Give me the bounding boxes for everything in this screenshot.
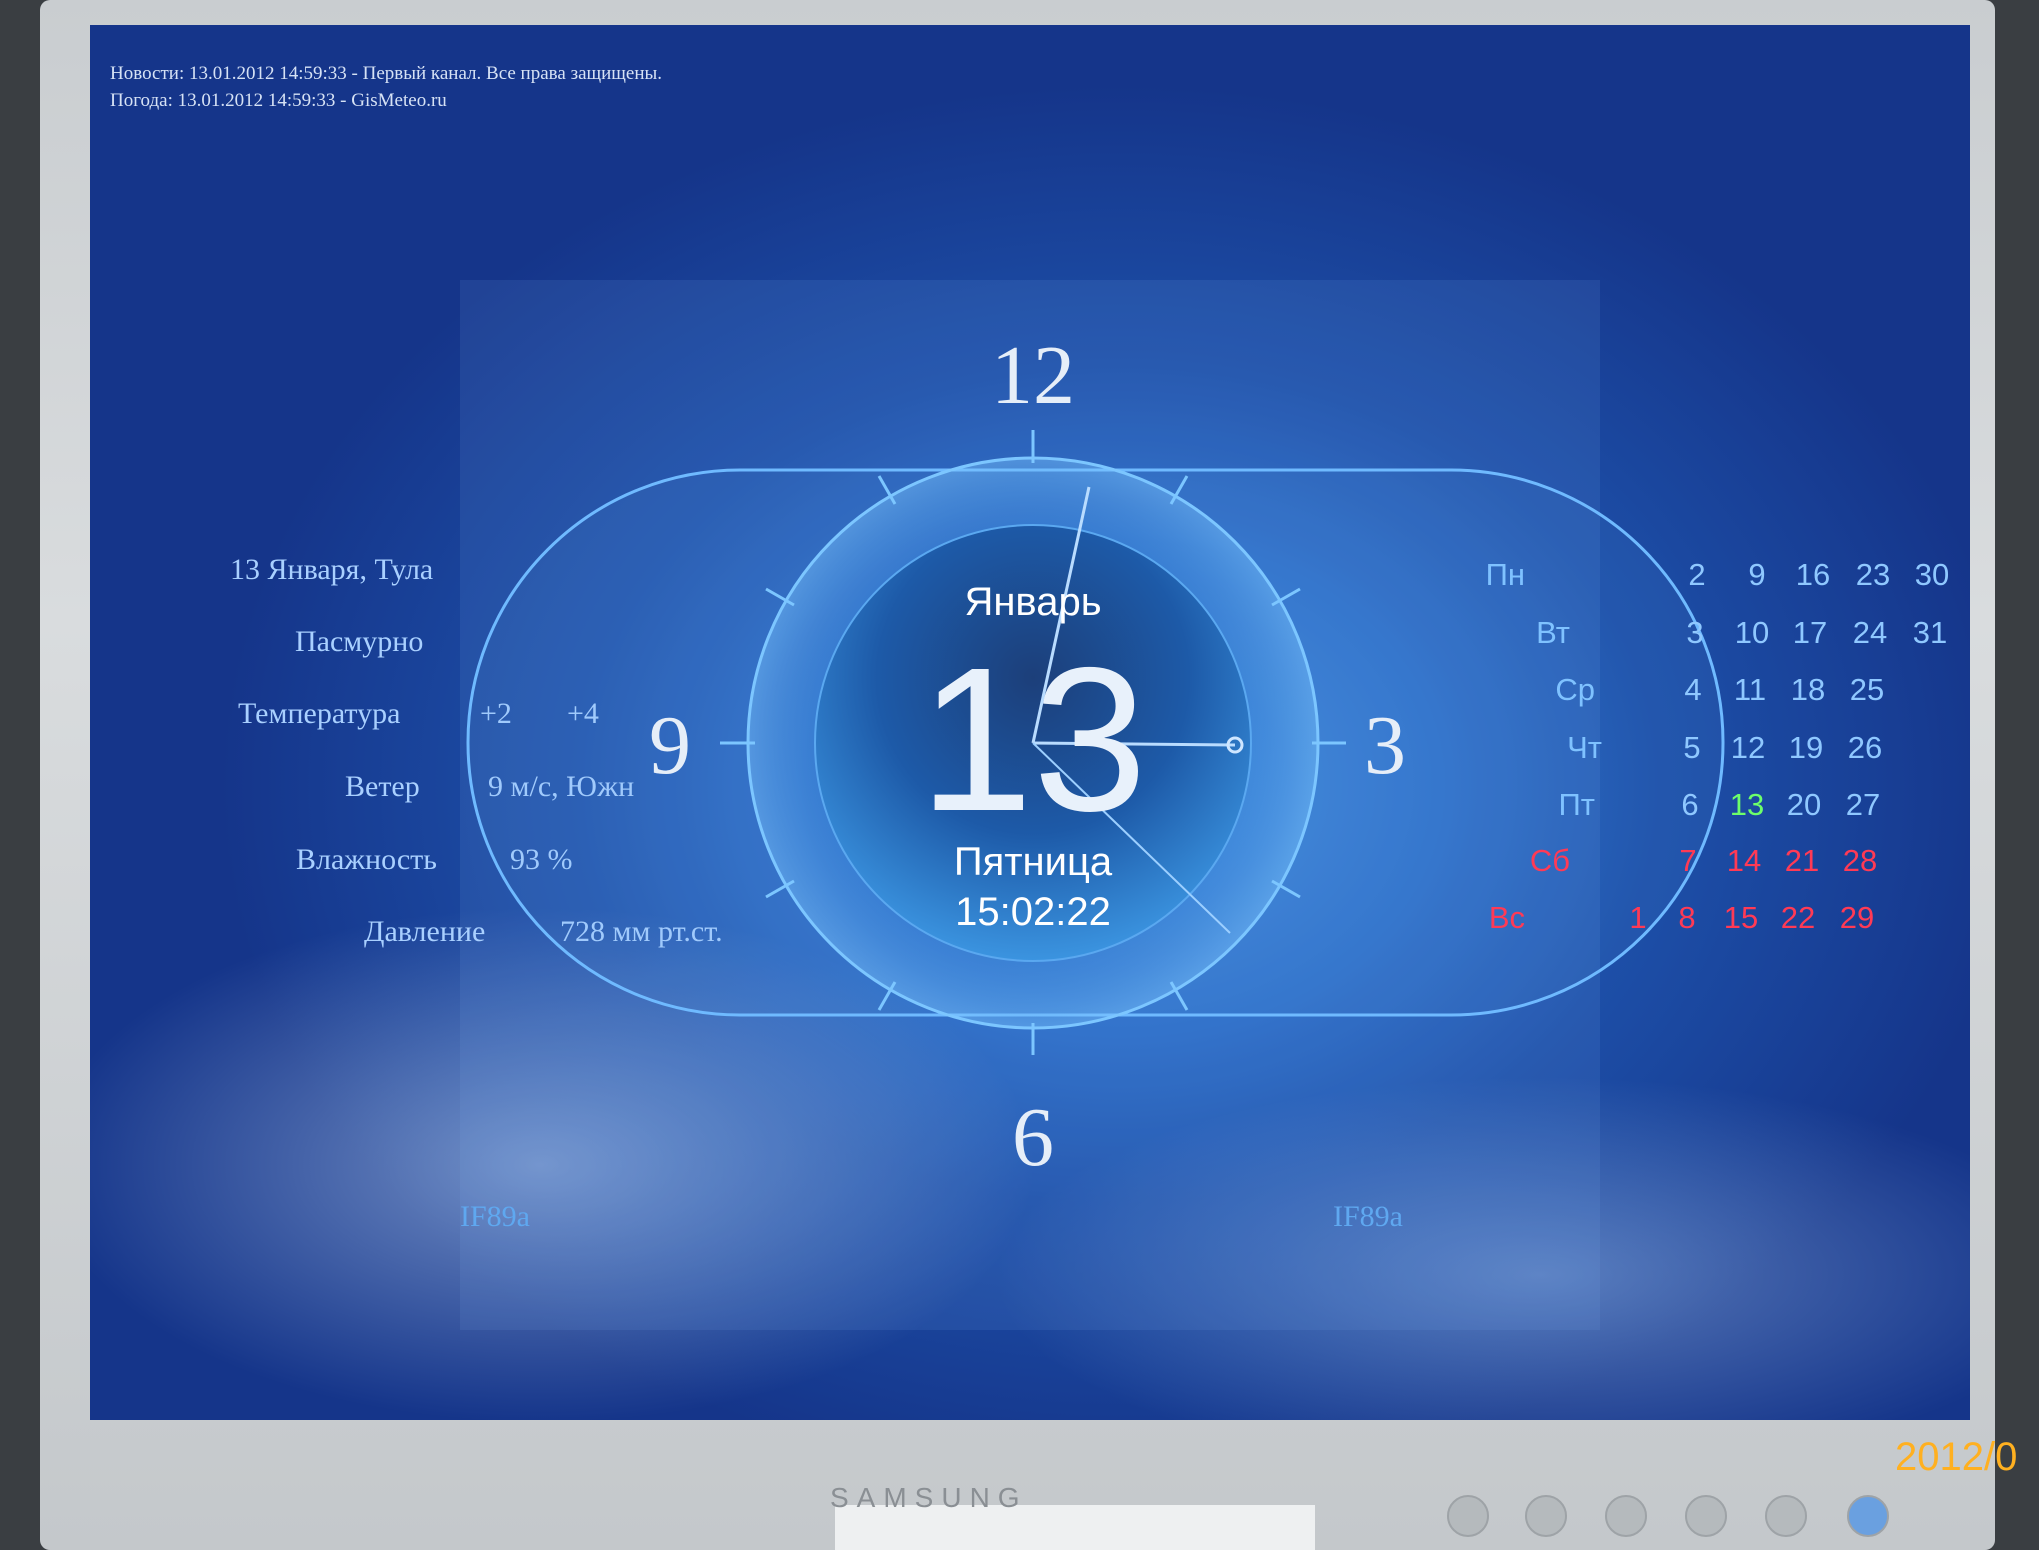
calendar-day[interactable]: 11 [1720, 672, 1780, 708]
weekday-fri: Пт [1558, 787, 1595, 822]
calendar-day[interactable]: 24 [1840, 615, 1900, 651]
numeral-9: 9 [649, 699, 691, 792]
calendar-day[interactable]: 5 [1662, 730, 1722, 766]
monitor-button[interactable] [1605, 1495, 1647, 1537]
weekday-sun: Вс [1488, 900, 1525, 935]
calendar-day[interactable]: 9 [1727, 557, 1787, 593]
clock-day: 13 [919, 625, 1147, 854]
calendar-day[interactable]: 25 [1837, 672, 1897, 708]
calendar-day[interactable]: 19 [1776, 730, 1836, 766]
calendar-day-weekend[interactable]: 15 [1711, 900, 1771, 936]
calendar-day[interactable]: 17 [1780, 615, 1840, 651]
monitor-button[interactable] [1765, 1495, 1807, 1537]
clock-month: Январь [964, 580, 1101, 624]
calendar-day[interactable]: 31 [1900, 615, 1960, 651]
clock-gadget: 12 3 6 9 Январь 13 Пятница 15:02:22 [466, 329, 1725, 1184]
desktop-screen: Новости: 13.01.2012 14:59:33 - Первый ка… [90, 25, 1970, 1420]
calendar-day[interactable]: 16 [1783, 557, 1843, 593]
monitor-brand-logo: SAMSUNG [830, 1482, 1028, 1513]
power-button[interactable] [1847, 1495, 1889, 1537]
photo-date-stamp: 2012/0 [1895, 1435, 2018, 1479]
calendar-day[interactable]: 30 [1902, 557, 1962, 593]
calendar-day[interactable]: 10 [1722, 615, 1782, 651]
calendar-day-weekend[interactable]: 29 [1827, 900, 1887, 936]
weekday-thu: Чт [1567, 730, 1602, 765]
numeral-3: 3 [1364, 699, 1406, 792]
watermark-right: IF89a [1333, 1200, 1403, 1233]
watermark-left: IF89a [460, 1200, 530, 1233]
calendar-day[interactable]: 27 [1833, 787, 1893, 823]
calendar-day[interactable]: 18 [1778, 672, 1838, 708]
calendar-day[interactable]: 26 [1835, 730, 1895, 766]
weekday-mon: Пн [1485, 557, 1525, 592]
monitor-button[interactable] [1525, 1495, 1567, 1537]
clock-time: 15:02:22 [955, 890, 1111, 934]
calendar-day-weekend[interactable]: 7 [1658, 843, 1718, 879]
calendar-day[interactable]: 6 [1660, 787, 1720, 823]
calendar-day-weekend[interactable]: 21 [1772, 843, 1832, 879]
calendar-day-today[interactable]: 13 [1717, 787, 1777, 823]
numeral-12: 12 [991, 329, 1075, 422]
calendar-day-weekend[interactable]: 8 [1657, 900, 1717, 936]
numeral-6: 6 [1012, 1091, 1054, 1184]
calendar-day-weekend[interactable]: 22 [1768, 900, 1828, 936]
monitor-button[interactable] [1447, 1495, 1489, 1537]
calendar-day[interactable]: 23 [1843, 557, 1903, 593]
calendar-day[interactable]: 3 [1665, 615, 1725, 651]
weekday-sat: Сб [1529, 843, 1570, 878]
calendar-day[interactable]: 4 [1663, 672, 1723, 708]
calendar-day[interactable]: 12 [1718, 730, 1778, 766]
weekday-wed: Ср [1555, 672, 1595, 707]
monitor-button[interactable] [1685, 1495, 1727, 1537]
weekday-tue: Вт [1536, 615, 1570, 650]
clock-weekday: Пятница [954, 840, 1113, 884]
calendar-day[interactable]: 2 [1667, 557, 1727, 593]
calendar-day[interactable]: 20 [1774, 787, 1834, 823]
calendar-day-weekend[interactable]: 28 [1830, 843, 1890, 879]
calendar-day-weekend[interactable]: 14 [1714, 843, 1774, 879]
